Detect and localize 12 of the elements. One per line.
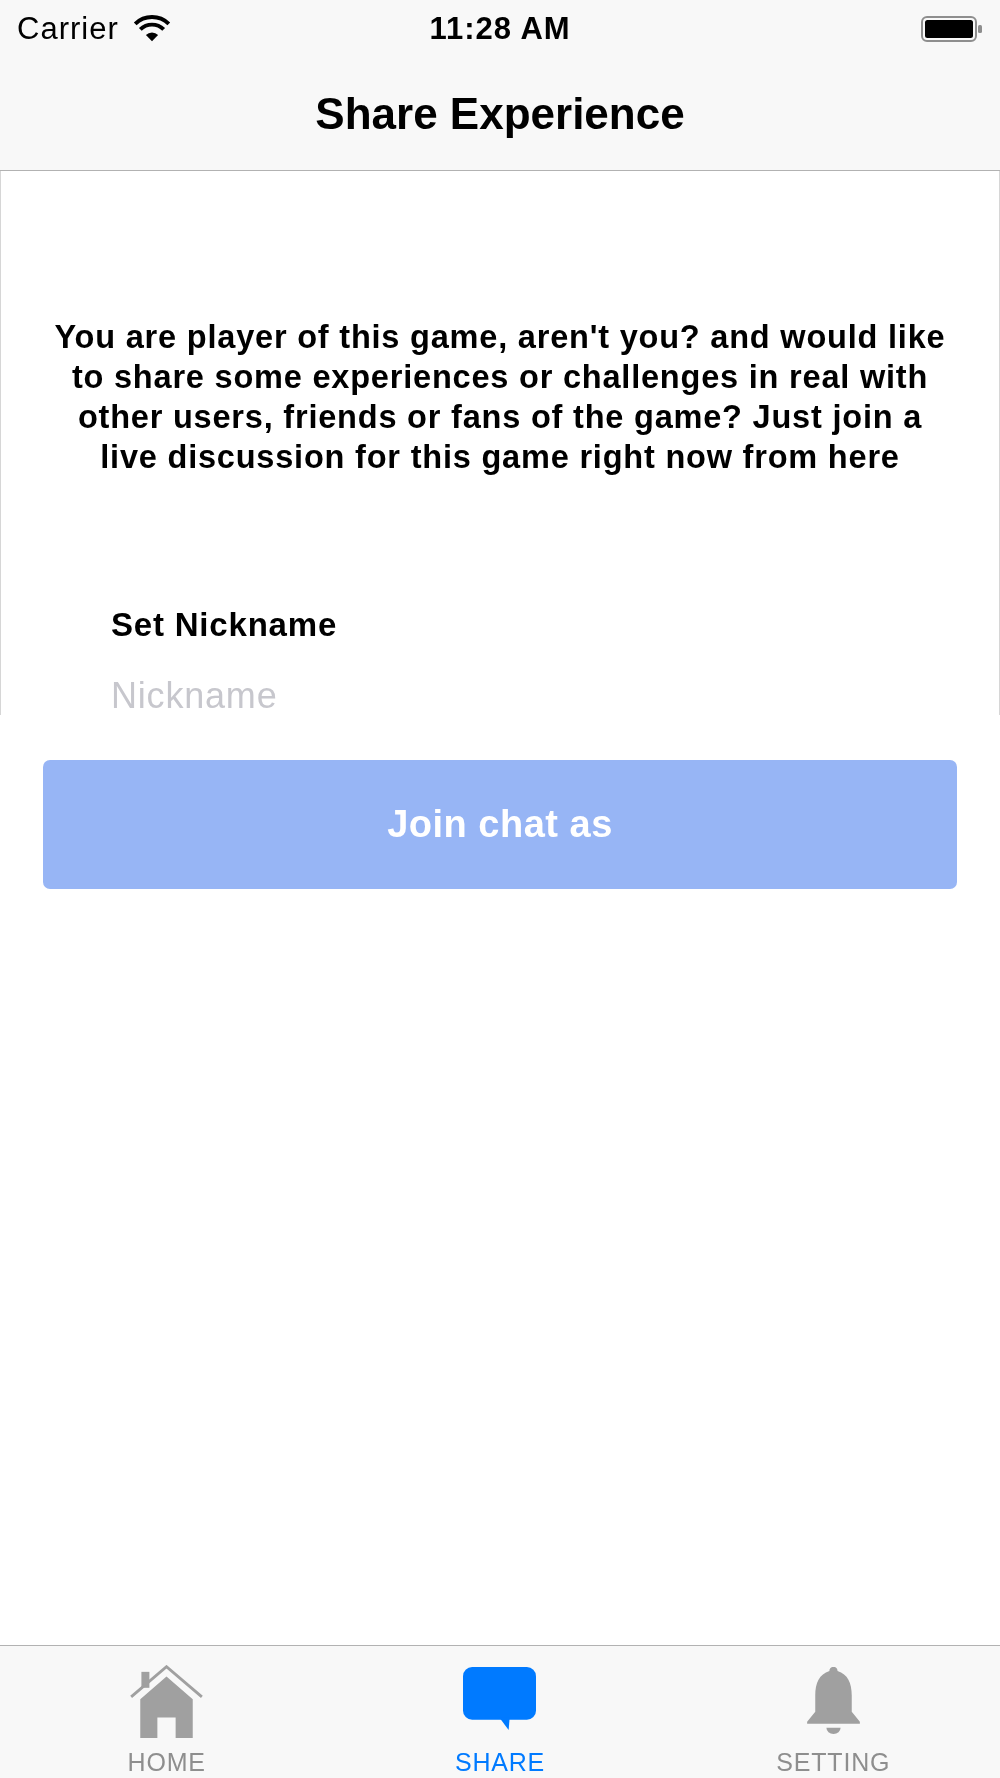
clock-time: 11:28 AM bbox=[429, 13, 571, 44]
tab-bar-item[interactable]: HOME bbox=[0, 1646, 334, 1778]
tab-bar-item[interactable]: SHARE bbox=[333, 1646, 667, 1778]
nickname-label: Set Nickname bbox=[111, 608, 338, 641]
tab-bar-item[interactable]: SETTING bbox=[666, 1646, 1000, 1778]
intro-paragraph: You are player of this game, aren't you? and would like to share some experiences or challenges in real with other users, friends or fans of the game? Just join a live discussion for this game right now from here bbox=[53, 318, 947, 477]
screen-title: Share Experience bbox=[315, 91, 685, 136]
house-icon bbox=[130, 1665, 204, 1738]
battery-icon bbox=[921, 15, 983, 42]
carrier-name: Carrier bbox=[17, 13, 119, 44]
nickname-field[interactable]: Nickname bbox=[111, 678, 891, 714]
wifi-icon bbox=[132, 14, 171, 43]
